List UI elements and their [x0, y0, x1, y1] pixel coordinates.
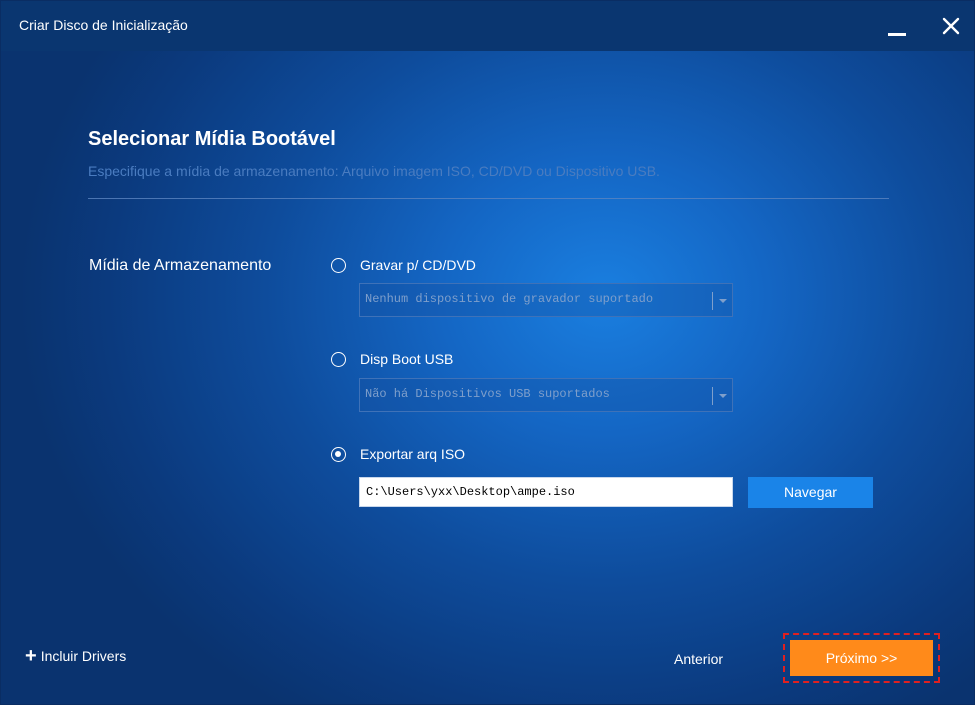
title-bar: Criar Disco de Inicialização — [1, 1, 974, 51]
close-button[interactable] — [934, 9, 968, 43]
radio-label-usb: Disp Boot USB — [360, 351, 454, 367]
select-separator — [712, 387, 713, 405]
iso-path-input[interactable] — [359, 477, 733, 507]
radio-usb[interactable] — [331, 351, 346, 367]
minimize-icon — [888, 33, 906, 36]
minimize-button[interactable] — [881, 9, 915, 43]
plus-icon: + — [25, 645, 37, 667]
previous-button[interactable]: Anterior — [674, 651, 723, 667]
cd-dvd-select-value: Nenhum dispositivo de gravador suportado — [365, 292, 654, 306]
usb-device-select[interactable]: Não há Dispositivos USB suportados — [359, 378, 733, 412]
divider — [88, 198, 889, 199]
usb-select-value: Não há Dispositivos USB suportados — [365, 387, 610, 401]
next-button[interactable]: Próximo >> — [790, 640, 933, 676]
create-bootable-disk-window: Criar Disco de Inicialização Selecionar … — [0, 0, 975, 705]
chevron-down-icon — [719, 394, 727, 398]
close-icon — [942, 17, 960, 35]
cd-dvd-device-select[interactable]: Nenhum dispositivo de gravador suportado — [359, 283, 733, 317]
storage-media-label: Mídia de Armazenamento — [89, 257, 272, 274]
page-title: Selecionar Mídia Bootável — [88, 128, 336, 150]
next-button-highlight: Próximo >> — [783, 633, 940, 683]
radio-label-iso: Exportar arq ISO — [360, 446, 466, 462]
radio-iso[interactable] — [331, 446, 346, 462]
radio-option-usb[interactable]: Disp Boot USB — [331, 349, 453, 369]
browse-button[interactable]: Navegar — [748, 477, 873, 508]
page-subtitle: Especifique a mídia de armazenamento: Ar… — [88, 163, 660, 179]
radio-option-iso[interactable]: Exportar arq ISO — [331, 444, 465, 464]
chevron-down-icon — [719, 299, 727, 303]
include-drivers-label: Incluir Drivers — [40, 648, 127, 664]
select-separator — [712, 292, 713, 310]
include-drivers-link[interactable]: + Incluir Drivers — [25, 645, 127, 667]
radio-option-cd-dvd[interactable]: Gravar p/ CD/DVD — [331, 255, 476, 275]
radio-label-cd-dvd: Gravar p/ CD/DVD — [360, 257, 476, 273]
window-title: Criar Disco de Inicialização — [19, 17, 188, 33]
radio-cd-dvd[interactable] — [331, 257, 346, 273]
